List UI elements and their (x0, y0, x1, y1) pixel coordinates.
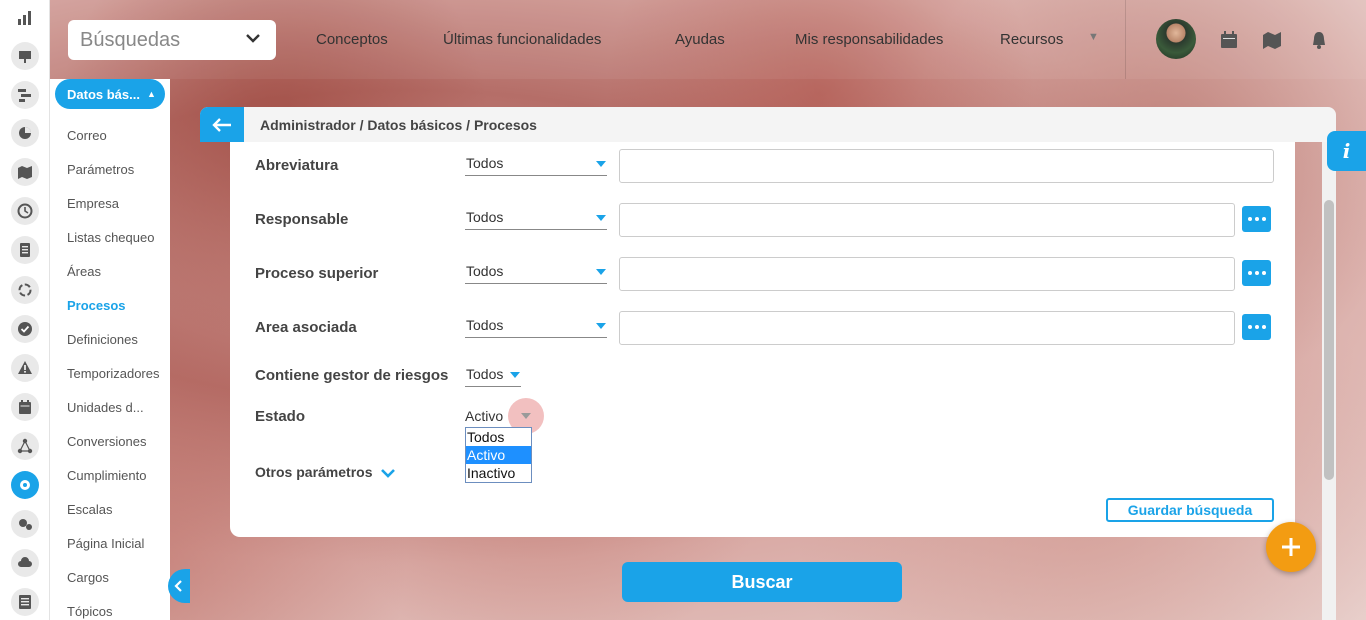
estado-option-inactivo[interactable]: Inactivo (466, 464, 531, 482)
calendar-icon[interactable] (11, 393, 39, 421)
warning-icon[interactable] (11, 354, 39, 382)
nav-ayudas[interactable]: Ayudas (675, 31, 725, 48)
submenu-item-definiciones[interactable]: Definiciones (67, 332, 138, 347)
breadcrumb: Administrador / Datos básicos / Procesos (260, 117, 537, 133)
info-tab-button[interactable]: i (1327, 131, 1366, 171)
submenu-item-parametros[interactable]: Parámetros (67, 162, 134, 177)
user-avatar[interactable] (1156, 19, 1196, 59)
dropdown-arrow-icon (596, 269, 606, 275)
field-label-proceso-superior: Proceso superior (255, 265, 379, 282)
save-search-button[interactable]: Guardar búsqueda (1106, 498, 1274, 522)
search-dropdown[interactable]: Búsquedas (68, 20, 276, 60)
nav-ultimas-funcionalidades[interactable]: Últimas funcionalidades (443, 31, 601, 48)
topbar-divider (1125, 0, 1126, 79)
field-label-area-asociada: Area asociada (255, 319, 357, 336)
area-asociada-input[interactable] (619, 311, 1235, 345)
list-icon[interactable] (11, 588, 39, 616)
estado-select[interactable]: Activo (465, 408, 503, 424)
submenu-section-label: Datos bás... (67, 86, 140, 102)
field-label-abreviatura: Abreviatura (255, 157, 339, 174)
dropdown-arrow-icon (596, 215, 606, 221)
map-icon[interactable] (1262, 30, 1282, 50)
dropdown-arrow-icon (510, 372, 520, 378)
filter-select-value: Todos (466, 209, 504, 225)
caret-up-icon: ▲ (146, 89, 156, 99)
plus-icon (1282, 538, 1300, 556)
nav-mis-responsabilidades[interactable]: Mis responsabilidades (795, 31, 943, 48)
field-label-responsable: Responsable (255, 211, 349, 228)
search-dropdown-label: Búsquedas (80, 28, 181, 51)
proceso-superior-picker-button[interactable] (1242, 260, 1271, 286)
submenu-panel: Datos bás... ▲ Correo Parámetros Empresa… (50, 79, 170, 620)
add-fab-button[interactable] (1266, 522, 1316, 572)
submenu-item-correo[interactable]: Correo (67, 128, 107, 143)
estado-option-todos[interactable]: Todos (466, 428, 531, 446)
nav-conceptos[interactable]: Conceptos (316, 31, 388, 48)
network-icon[interactable] (11, 432, 39, 460)
arrow-left-icon (212, 117, 231, 132)
dropdown-arrow-icon (596, 161, 606, 167)
submenu-item-cargos[interactable]: Cargos (67, 570, 109, 585)
icon-rail (0, 0, 50, 620)
check-icon[interactable] (11, 315, 39, 343)
abreviatura-input[interactable] (619, 149, 1274, 183)
cycle-icon[interactable] (11, 276, 39, 304)
submenu-item-empresa[interactable]: Empresa (67, 196, 119, 211)
analytics-icon[interactable] (11, 4, 39, 32)
gears-icon[interactable] (11, 510, 39, 538)
responsable-input[interactable] (619, 203, 1235, 237)
filter-select-proceso-superior[interactable]: Todos (465, 263, 607, 284)
otros-parametros-toggle[interactable]: Otros parámetros (255, 464, 372, 480)
submenu-item-procesos[interactable]: Procesos (67, 298, 126, 313)
document-icon[interactable] (11, 236, 39, 264)
map-icon[interactable] (11, 158, 39, 186)
submenu-item-topicos[interactable]: Tópicos (67, 604, 113, 619)
calendar-icon[interactable] (1219, 30, 1239, 50)
dropdown-arrow-icon[interactable] (521, 413, 531, 419)
pie-chart-icon[interactable] (11, 119, 39, 147)
submenu-item-temporizadores[interactable]: Temporizadores (67, 366, 160, 381)
submenu-item-pagina-inicial[interactable]: Página Inicial (67, 536, 144, 551)
submenu-item-listas-chequeo[interactable]: Listas chequeo (67, 230, 154, 245)
filter-select-value: Todos (466, 263, 504, 279)
scrollbar-thumb[interactable] (1324, 200, 1334, 480)
recursos-caret-icon[interactable]: ▼ (1088, 31, 1099, 43)
filter-select-responsable[interactable]: Todos (465, 209, 607, 230)
field-label-gestor-riesgos: Contiene gestor de riesgos (255, 367, 449, 384)
settings-icon[interactable] (11, 471, 39, 499)
bell-icon[interactable] (1309, 30, 1329, 50)
chevron-left-icon (174, 580, 182, 592)
filter-select-value: Todos (466, 155, 504, 171)
proceso-superior-input[interactable] (619, 257, 1235, 291)
chevron-down-icon[interactable] (380, 465, 396, 481)
submenu-item-unidades[interactable]: Unidades d... (67, 400, 144, 415)
field-label-estado: Estado (255, 408, 306, 425)
estado-options-list: Todos Activo Inactivo (465, 427, 532, 483)
presentation-icon[interactable] (11, 42, 39, 70)
info-icon: i (1342, 139, 1351, 163)
back-button[interactable] (200, 107, 244, 142)
filter-select-value: Todos (466, 366, 504, 382)
save-search-label: Guardar búsqueda (1127, 502, 1253, 518)
responsable-picker-button[interactable] (1242, 206, 1271, 232)
search-button[interactable]: Buscar (622, 562, 902, 602)
estado-option-activo[interactable]: Activo (466, 446, 531, 464)
search-button-label: Buscar (731, 571, 793, 592)
cloud-icon[interactable] (11, 549, 39, 577)
submenu-item-cumplimiento[interactable]: Cumplimiento (67, 468, 146, 483)
dropdown-arrow-icon (596, 323, 606, 329)
nav-recursos[interactable]: Recursos (1000, 31, 1063, 48)
gantt-icon[interactable] (11, 81, 39, 109)
clock-icon[interactable] (11, 197, 39, 225)
submenu-item-areas[interactable]: Áreas (67, 264, 101, 279)
filter-select-gestor-riesgos[interactable]: Todos (465, 366, 521, 387)
filter-select-value: Todos (466, 317, 504, 333)
area-asociada-picker-button[interactable] (1242, 314, 1271, 340)
submenu-item-escalas[interactable]: Escalas (67, 502, 113, 517)
submenu-item-conversiones[interactable]: Conversiones (67, 434, 147, 449)
filter-select-abreviatura[interactable]: Todos (465, 155, 607, 176)
chevron-down-icon (246, 34, 260, 43)
submenu-section-toggle[interactable]: Datos bás... ▲ (55, 79, 165, 109)
filter-select-area-asociada[interactable]: Todos (465, 317, 607, 338)
